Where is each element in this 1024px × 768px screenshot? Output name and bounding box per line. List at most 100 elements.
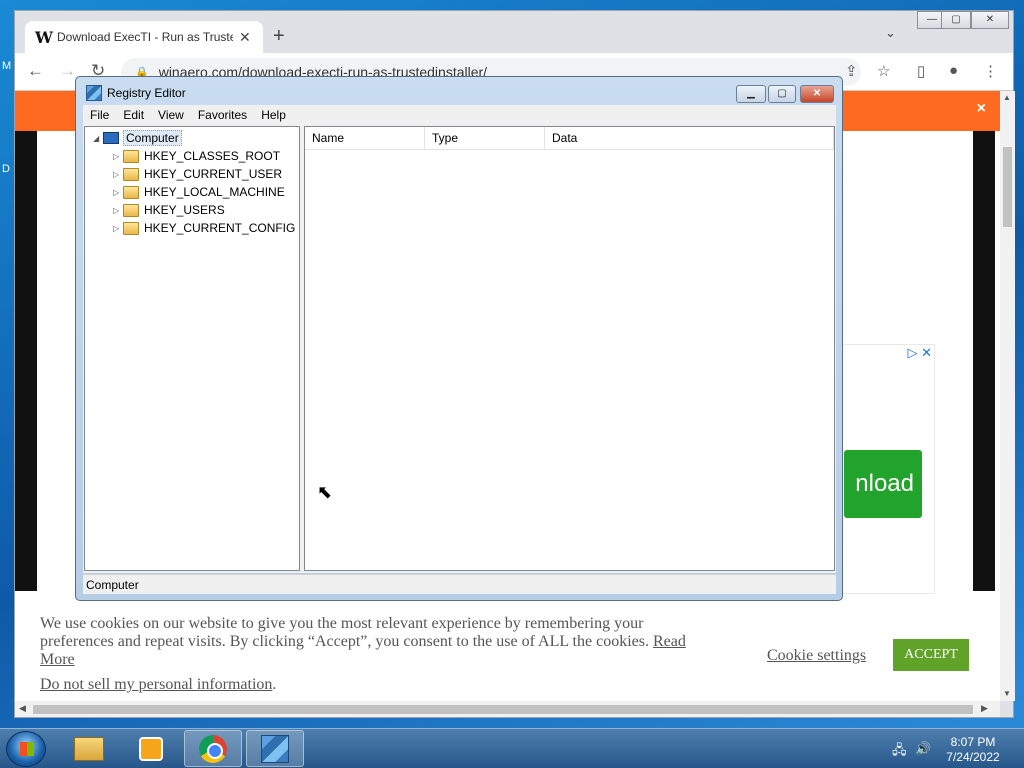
close-button[interactable]: ✕ bbox=[800, 85, 834, 103]
vertical-scrollbar[interactable]: ▲ ▼ bbox=[1000, 91, 1015, 701]
tree-node-label: Computer bbox=[123, 130, 182, 146]
windows-logo-icon bbox=[20, 742, 34, 756]
tree-node-hklm[interactable]: ▷ HKEY_LOCAL_MACHINE bbox=[113, 183, 285, 201]
winaero-favicon-icon: W bbox=[35, 27, 53, 47]
volume-icon[interactable]: 🔊 bbox=[915, 741, 931, 757]
tree-node-label: HKEY_CURRENT_CONFIG bbox=[144, 221, 296, 235]
regedit-icon bbox=[261, 734, 289, 763]
media-player-icon bbox=[139, 736, 163, 761]
scroll-right-icon[interactable]: ▶ bbox=[981, 703, 988, 714]
advertisement: ▷ ✕ nload bbox=[841, 344, 935, 594]
expand-icon[interactable]: ▷ bbox=[113, 206, 123, 215]
clock-time: 8:07 PM bbox=[950, 735, 996, 749]
scroll-thumb[interactable] bbox=[33, 705, 973, 714]
registry-tree: ◢ Computer ▷ HKEY_CLASSES_ROOT ▷ HKEY_CU… bbox=[84, 126, 300, 571]
folder-icon bbox=[123, 167, 139, 181]
column-header-data[interactable]: Data bbox=[545, 127, 834, 150]
scroll-up-icon[interactable]: ▲ bbox=[1003, 93, 1011, 102]
page-side-left bbox=[15, 131, 37, 591]
regedit-icon bbox=[86, 85, 102, 101]
back-icon[interactable]: ← bbox=[27, 61, 44, 81]
taskbar-explorer[interactable] bbox=[60, 730, 118, 767]
registry-editor-window: Registry Editor ▁ ▢ ✕ File Edit View Fav… bbox=[75, 76, 843, 601]
close-icon[interactable]: × bbox=[977, 100, 986, 118]
bookmark-star-icon[interactable]: ☆ bbox=[877, 62, 890, 80]
folder-icon bbox=[123, 149, 139, 163]
start-button[interactable] bbox=[6, 731, 46, 767]
tab-strip: W Download ExecTI - Run as TrustedInstal… bbox=[15, 11, 1013, 53]
network-icon[interactable]: 🖧 bbox=[892, 741, 907, 763]
clock-date: 7/24/2022 bbox=[946, 750, 1000, 764]
taskbar-media-player[interactable] bbox=[122, 730, 180, 767]
tree-node-hkcr[interactable]: ▷ HKEY_CLASSES_ROOT bbox=[113, 147, 280, 165]
mouse-cursor-icon: ⬉ bbox=[317, 482, 333, 502]
column-header-name[interactable]: Name bbox=[305, 127, 425, 150]
ad-download-button[interactable]: nload bbox=[844, 450, 922, 518]
expand-icon[interactable]: ▷ bbox=[113, 224, 123, 233]
values-list: Name Type Data bbox=[304, 126, 835, 571]
menu-icon[interactable]: ⋮ bbox=[983, 62, 998, 80]
expand-icon[interactable]: ▷ bbox=[113, 188, 123, 197]
profile-icon[interactable]: ● bbox=[949, 62, 958, 79]
share-icon[interactable]: ⇪ bbox=[845, 62, 858, 80]
cookie-text: We use cookies on our website to give yo… bbox=[40, 615, 705, 669]
cookie-banner: We use cookies on our website to give yo… bbox=[15, 601, 1000, 701]
window-title: Registry Editor bbox=[86, 85, 186, 101]
scroll-down-icon[interactable]: ▼ bbox=[1003, 689, 1011, 698]
menu-favorites[interactable]: Favorites bbox=[191, 108, 254, 122]
ad-choices-icon[interactable]: ▷ ✕ bbox=[907, 345, 932, 361]
taskbar: 🖧 🔊 8:07 PM 7/24/2022 bbox=[0, 728, 1024, 768]
menu-file[interactable]: File bbox=[83, 108, 116, 122]
expand-icon[interactable]: ▷ bbox=[113, 170, 123, 179]
tree-node-label: HKEY_CURRENT_USER bbox=[144, 167, 283, 181]
taskbar-chrome[interactable] bbox=[184, 730, 242, 767]
close-button[interactable]: ✕ bbox=[971, 11, 1009, 29]
sidepanel-icon[interactable]: ▯ bbox=[917, 62, 925, 80]
tree-node-label: HKEY_LOCAL_MACHINE bbox=[144, 185, 285, 199]
page-side-right bbox=[973, 131, 995, 591]
minimize-button[interactable]: ▁ bbox=[736, 85, 766, 103]
maximize-button[interactable]: ▢ bbox=[941, 11, 971, 29]
forward-icon[interactable]: → bbox=[59, 61, 76, 81]
tree-node-hku[interactable]: ▷ HKEY_USERS bbox=[113, 201, 225, 219]
status-bar: Computer bbox=[83, 574, 836, 594]
window-title-text: Registry Editor bbox=[107, 86, 186, 100]
folder-icon bbox=[123, 221, 139, 235]
desktop-label: D bbox=[2, 163, 10, 175]
taskbar-regedit[interactable] bbox=[246, 730, 304, 767]
folder-icon bbox=[123, 203, 139, 217]
computer-icon bbox=[103, 132, 119, 144]
column-header-type[interactable]: Type bbox=[425, 127, 545, 150]
do-not-sell-suffix: . bbox=[272, 676, 277, 693]
menu-bar: File Edit View Favorites Help bbox=[83, 105, 836, 125]
folder-icon bbox=[74, 736, 104, 761]
new-tab-button[interactable]: + bbox=[273, 25, 285, 48]
menu-help[interactable]: Help bbox=[254, 108, 293, 122]
do-not-sell-link[interactable]: Do not sell my personal information bbox=[40, 676, 272, 693]
menu-view[interactable]: View bbox=[151, 108, 191, 122]
tree-node-label: HKEY_USERS bbox=[144, 203, 225, 217]
collapse-icon[interactable]: ◢ bbox=[93, 134, 103, 143]
cookie-settings-link[interactable]: Cookie settings bbox=[767, 647, 866, 665]
regedit-body: ◢ Computer ▷ HKEY_CLASSES_ROOT ▷ HKEY_CU… bbox=[83, 125, 836, 573]
expand-icon[interactable]: ▷ bbox=[113, 152, 123, 161]
desktop-label: M bbox=[2, 60, 12, 72]
scroll-thumb[interactable] bbox=[1003, 147, 1012, 227]
tree-node-hkcu[interactable]: ▷ HKEY_CURRENT_USER bbox=[113, 165, 282, 183]
tab-title: Download ExecTI - Run as TrustedInstalle… bbox=[57, 30, 233, 44]
menu-edit[interactable]: Edit bbox=[116, 108, 151, 122]
tree-node-label: HKEY_CLASSES_ROOT bbox=[144, 149, 281, 163]
system-clock[interactable]: 8:07 PM 7/24/2022 bbox=[940, 735, 1006, 765]
maximize-button[interactable]: ▢ bbox=[768, 85, 796, 103]
horizontal-scrollbar[interactable]: ◀ ▶ bbox=[15, 701, 1000, 717]
chevron-down-icon[interactable]: ⌄ bbox=[885, 25, 896, 41]
tree-node-computer[interactable]: ◢ Computer bbox=[93, 129, 182, 147]
folder-icon bbox=[123, 185, 139, 199]
tree-node-hkcc[interactable]: ▷ HKEY_CURRENT_CONFIG bbox=[113, 219, 295, 237]
scroll-left-icon[interactable]: ◀ bbox=[19, 703, 26, 714]
do-not-sell: Do not sell my personal information. bbox=[40, 676, 276, 694]
chrome-icon bbox=[199, 734, 227, 763]
accept-button[interactable]: ACCEPT bbox=[893, 639, 969, 671]
close-icon[interactable]: ✕ bbox=[239, 29, 251, 46]
browser-tab[interactable]: W Download ExecTI - Run as TrustedInstal… bbox=[25, 21, 263, 53]
